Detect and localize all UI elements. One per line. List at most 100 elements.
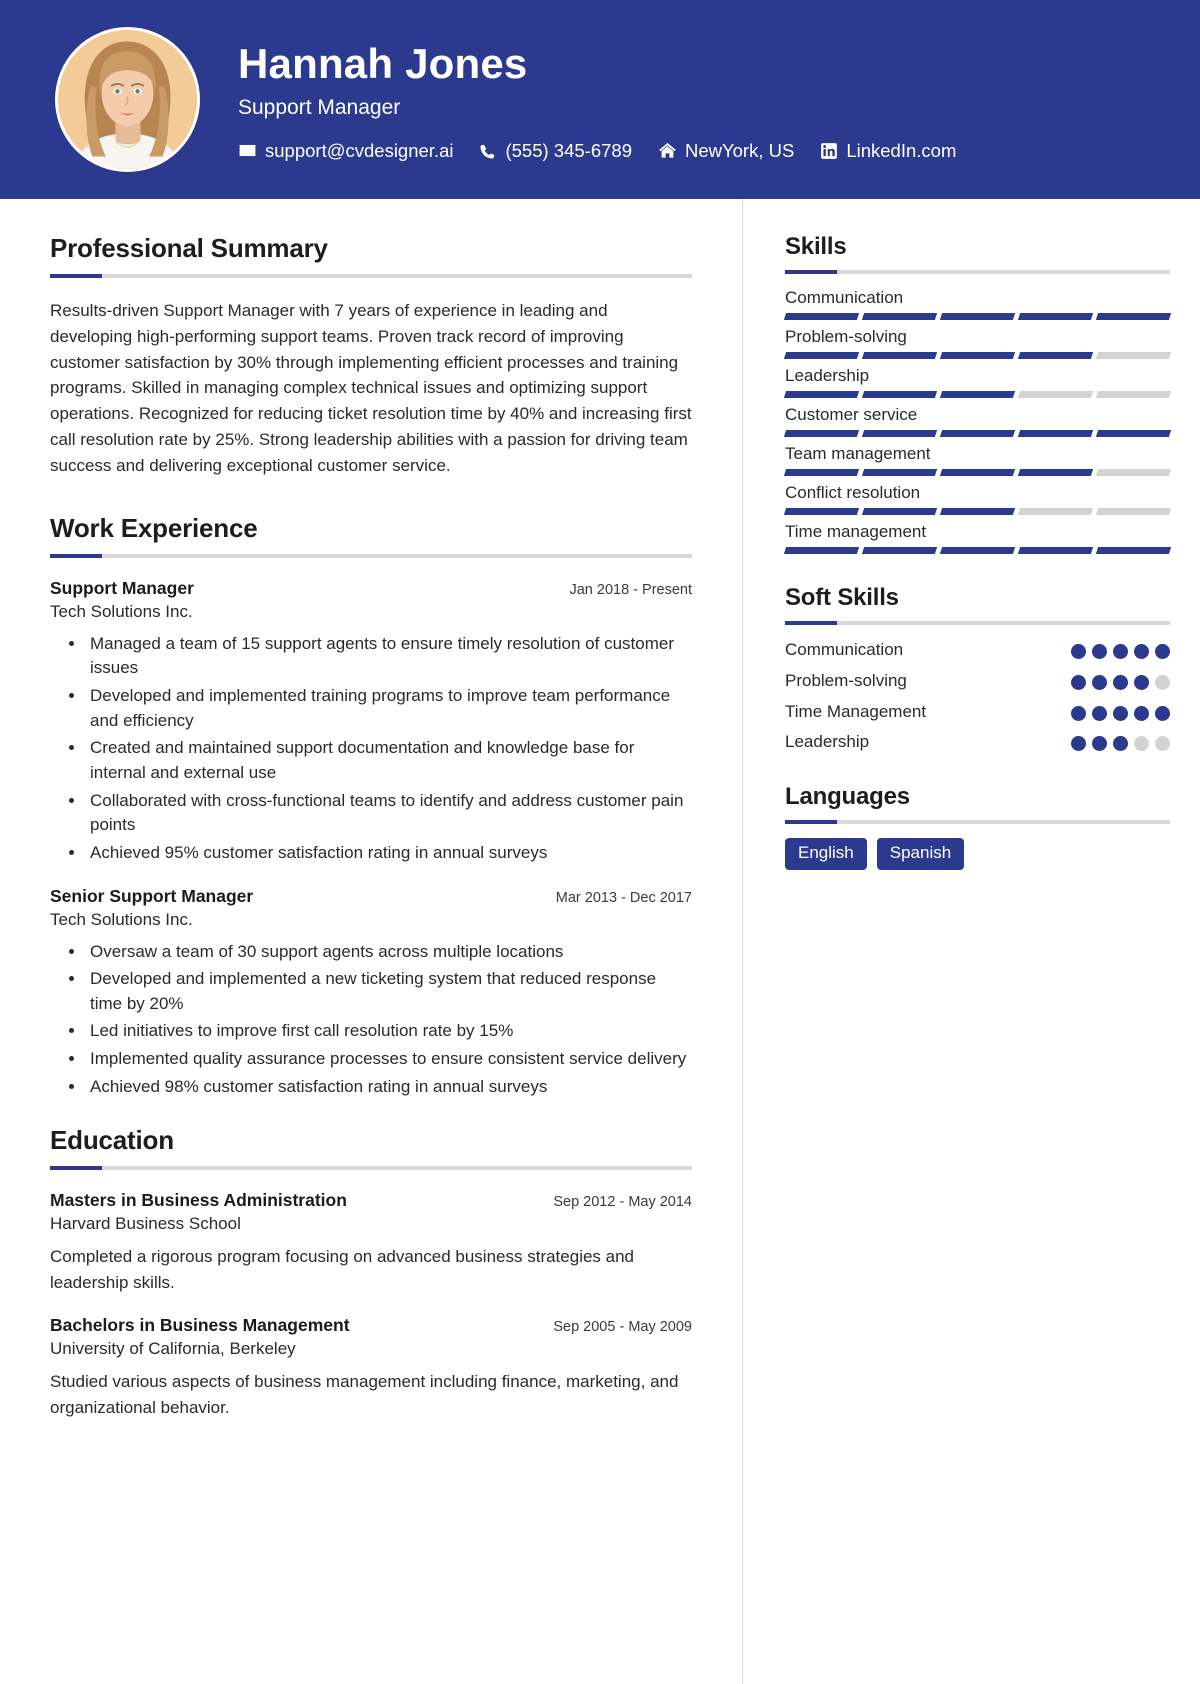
contact-phone[interactable]: (555) 345-6789 <box>479 140 632 162</box>
education-entry-head: Bachelors in Business Management Sep 200… <box>50 1315 692 1336</box>
skill-level-segment <box>1095 469 1172 476</box>
soft-skill-dot <box>1092 736 1107 752</box>
resume-body: Professional Summary Results-driven Supp… <box>0 199 1200 1684</box>
home-icon <box>658 141 677 160</box>
skill-level-bar <box>783 352 1172 359</box>
skills-rule <box>785 270 1170 274</box>
skill-level-bar <box>783 469 1172 476</box>
soft-skill-label: Time Management <box>785 701 927 721</box>
skills-list: Communication Problem-solving Leadership Cu… <box>783 288 1172 554</box>
contact-location[interactable]: NewYork, US <box>658 140 794 162</box>
languages-list: English Spanish <box>785 838 1170 870</box>
education-rule <box>50 1166 692 1171</box>
skill-level-segment <box>861 313 938 320</box>
main-column: Professional Summary Results-driven Supp… <box>0 199 742 1684</box>
experience-entry-head: Support Manager Jan 2018 - Present <box>50 578 692 599</box>
skill-level-segment <box>1095 547 1172 554</box>
section-soft-skills: Soft Skills Communication Problem-solving… <box>785 584 1170 753</box>
experience-bullet: Managed a team of 15 support agents to e… <box>86 632 692 681</box>
experience-bullet-list: Oversaw a team of 30 support agents acro… <box>50 940 692 1100</box>
education-school: University of California, Berkeley <box>50 1339 296 1359</box>
skill-label: Problem-solving <box>785 327 907 346</box>
skill-level-segment <box>783 508 860 515</box>
soft-skill-label: Communication <box>785 640 904 659</box>
skill-row: Time management <box>783 522 1172 554</box>
skill-level-segment <box>861 547 938 554</box>
experience-company: Tech Solutions Inc. <box>50 601 193 621</box>
soft-skill-dot <box>1113 674 1128 690</box>
contact-email-text: support@cvdesigner.ai <box>265 139 454 161</box>
languages-rule <box>785 820 1170 824</box>
experience-job-title: Support Manager <box>50 577 194 598</box>
skill-level-segment <box>1017 352 1094 359</box>
soft-skills-heading: Soft Skills <box>785 584 899 611</box>
soft-skill-dot <box>1155 705 1170 721</box>
experience-company: Tech Solutions Inc. <box>50 909 193 929</box>
skill-level-segment <box>1095 352 1172 359</box>
contact-linkedin[interactable]: LinkedIn.com <box>820 140 956 162</box>
soft-skill-dot <box>1113 644 1128 659</box>
section-work-experience: Work Experience Support Manager Jan 2018… <box>50 513 692 1100</box>
skill-label: Team management <box>785 444 931 463</box>
soft-skill-label: Problem-solving <box>785 670 907 690</box>
section-education: Education Masters in Business Administra… <box>50 1125 692 1420</box>
education-entry: Masters in Business Administration Sep 2… <box>50 1190 692 1295</box>
soft-skill-rating <box>1071 639 1170 659</box>
soft-skills-list: Communication Problem-solving Time Managem… <box>785 639 1170 753</box>
job-title: Support Manager <box>238 95 401 119</box>
skill-level-segment <box>939 469 1016 476</box>
experience-bullet: Collaborated with cross-functional teams… <box>86 789 692 838</box>
skill-label: Leadership <box>785 366 870 385</box>
skill-level-segment <box>939 430 1016 437</box>
skill-level-segment <box>939 508 1016 515</box>
experience-entry-head: Senior Support Manager Mar 2013 - Dec 20… <box>50 886 692 907</box>
skill-level-bar <box>783 313 1172 320</box>
experience-bullet-list: Managed a team of 15 support agents to e… <box>50 632 692 866</box>
phone-icon <box>479 142 497 160</box>
skill-level-segment <box>783 430 860 437</box>
skill-level-segment <box>939 547 1016 554</box>
contact-email[interactable]: support@cvdesigner.ai <box>238 140 453 162</box>
contact-list: support@cvdesigner.ai (555) 345-6789 New… <box>238 140 956 162</box>
skill-level-segment <box>939 313 1016 320</box>
soft-skill-dot <box>1155 736 1170 752</box>
experience-bullet: Implemented quality assurance processes … <box>86 1047 692 1072</box>
soft-skill-label: Leadership <box>785 732 870 752</box>
skill-label: Customer service <box>785 405 918 424</box>
experience-bullet: Created and maintained support documenta… <box>86 736 692 785</box>
language-tag: Spanish <box>876 838 965 870</box>
soft-skill-dot <box>1092 705 1107 721</box>
education-entry: Bachelors in Business Management Sep 200… <box>50 1315 692 1420</box>
soft-skill-dot <box>1134 736 1149 752</box>
resume-page: Hannah Jones Support Manager support@cvd… <box>0 0 1200 1684</box>
languages-heading: Languages <box>785 783 910 810</box>
page-title: Hannah Jones <box>238 40 528 88</box>
education-description: Studied various aspects of business mana… <box>50 1372 679 1417</box>
education-heading: Education <box>50 1125 174 1156</box>
section-languages: Languages English Spanish <box>785 783 1170 870</box>
soft-skill-dot <box>1071 705 1086 721</box>
skill-level-segment <box>783 469 860 476</box>
education-degree: Masters in Business Administration <box>50 1190 347 1211</box>
skill-level-segment <box>1017 313 1094 320</box>
soft-skill-rating <box>1071 670 1170 690</box>
skill-level-segment <box>939 352 1016 359</box>
experience-bullet: Achieved 95% customer satisfaction ratin… <box>86 841 692 866</box>
sidebar-column: Skills Communication Problem-solving Leade… <box>743 199 1200 1684</box>
skill-level-segment <box>861 469 938 476</box>
soft-skill-dot <box>1155 674 1170 690</box>
experience-bullet: Developed and implemented a new ticketin… <box>86 967 692 1016</box>
skill-level-segment <box>1017 508 1094 515</box>
skill-row: Team management <box>783 444 1172 476</box>
experience-date: Jan 2018 - Present <box>569 581 692 598</box>
contact-linkedin-text: LinkedIn.com <box>846 139 957 161</box>
avatar <box>55 27 200 172</box>
soft-skill-dot <box>1134 644 1149 659</box>
soft-skill-row: Communication <box>785 639 1170 661</box>
skill-level-segment <box>783 391 860 398</box>
contact-location-text: NewYork, US <box>684 139 795 161</box>
language-tag: English <box>785 838 867 870</box>
skills-heading: Skills <box>785 233 847 260</box>
skill-level-segment <box>783 547 860 554</box>
skill-level-segment <box>1095 391 1172 398</box>
